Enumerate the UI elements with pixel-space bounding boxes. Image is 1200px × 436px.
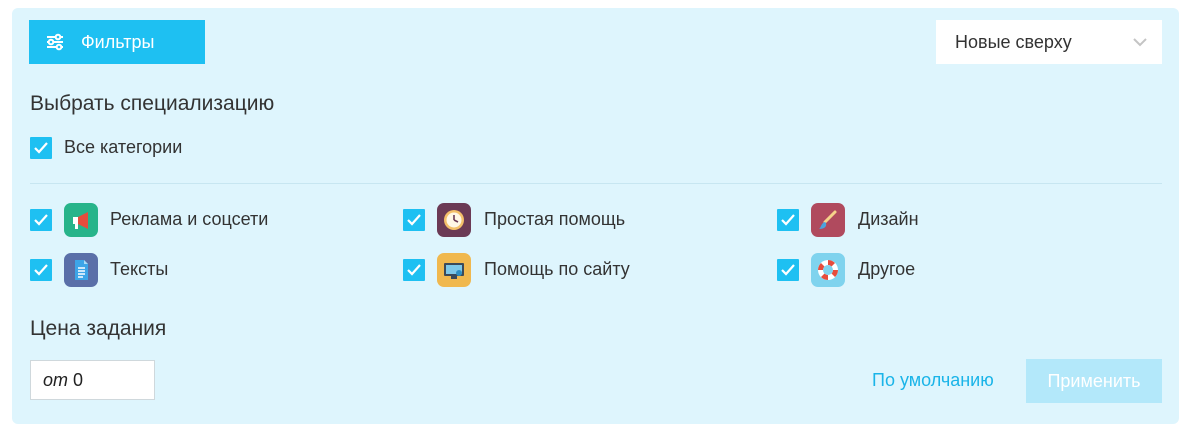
filters-button[interactable]: Фильтры [29,20,205,64]
all-categories-checkbox[interactable] [30,137,52,159]
check-icon [34,264,48,276]
reset-default-link[interactable]: По умолчанию [872,370,994,391]
category-label-design[interactable]: Дизайн [858,209,919,230]
check-icon [407,214,421,226]
price-title: Цена задания [30,317,167,340]
monitor-icon [437,253,471,287]
category-checkbox-texts[interactable] [30,259,52,281]
clock-icon [437,203,471,237]
category-label-simple-help[interactable]: Простая помощь [484,209,625,230]
check-icon [781,264,795,276]
category-checkbox-simple-help[interactable] [403,209,425,231]
category-checkbox-other[interactable] [777,259,799,281]
category-checkbox-site-help[interactable] [403,259,425,281]
price-from-input[interactable]: от 0 [30,360,155,400]
chevron-down-icon [1132,34,1148,50]
category-label-site-help[interactable]: Помощь по сайту [484,259,630,280]
category-label-texts[interactable]: Тексты [110,259,168,280]
divider [30,183,1162,184]
brush-icon [811,203,845,237]
category-checkbox-ads[interactable] [30,209,52,231]
filters-button-label: Фильтры [81,31,155,52]
price-from-prefix: от [43,369,69,390]
check-icon [34,214,48,226]
megaphone-icon [64,203,98,237]
category-label-other[interactable]: Другое [858,259,915,280]
filter-panel: Фильтры Новые сверху Выбрать специализац… [12,8,1179,424]
category-checkbox-design[interactable] [777,209,799,231]
price-from-value: 0 [73,369,84,390]
all-categories-label[interactable]: Все категории [64,137,182,158]
sort-select[interactable]: Новые сверху [936,20,1162,64]
document-icon [64,253,98,287]
check-icon [34,142,48,154]
category-label-ads[interactable]: Реклама и соцсети [110,209,268,230]
sort-select-value: Новые сверху [955,31,1072,52]
sliders-icon [45,32,65,52]
check-icon [781,214,795,226]
apply-button[interactable]: Применить [1026,359,1162,403]
check-icon [407,264,421,276]
specialization-title: Выбрать специализацию [30,92,275,115]
lifebuoy-icon [811,253,845,287]
